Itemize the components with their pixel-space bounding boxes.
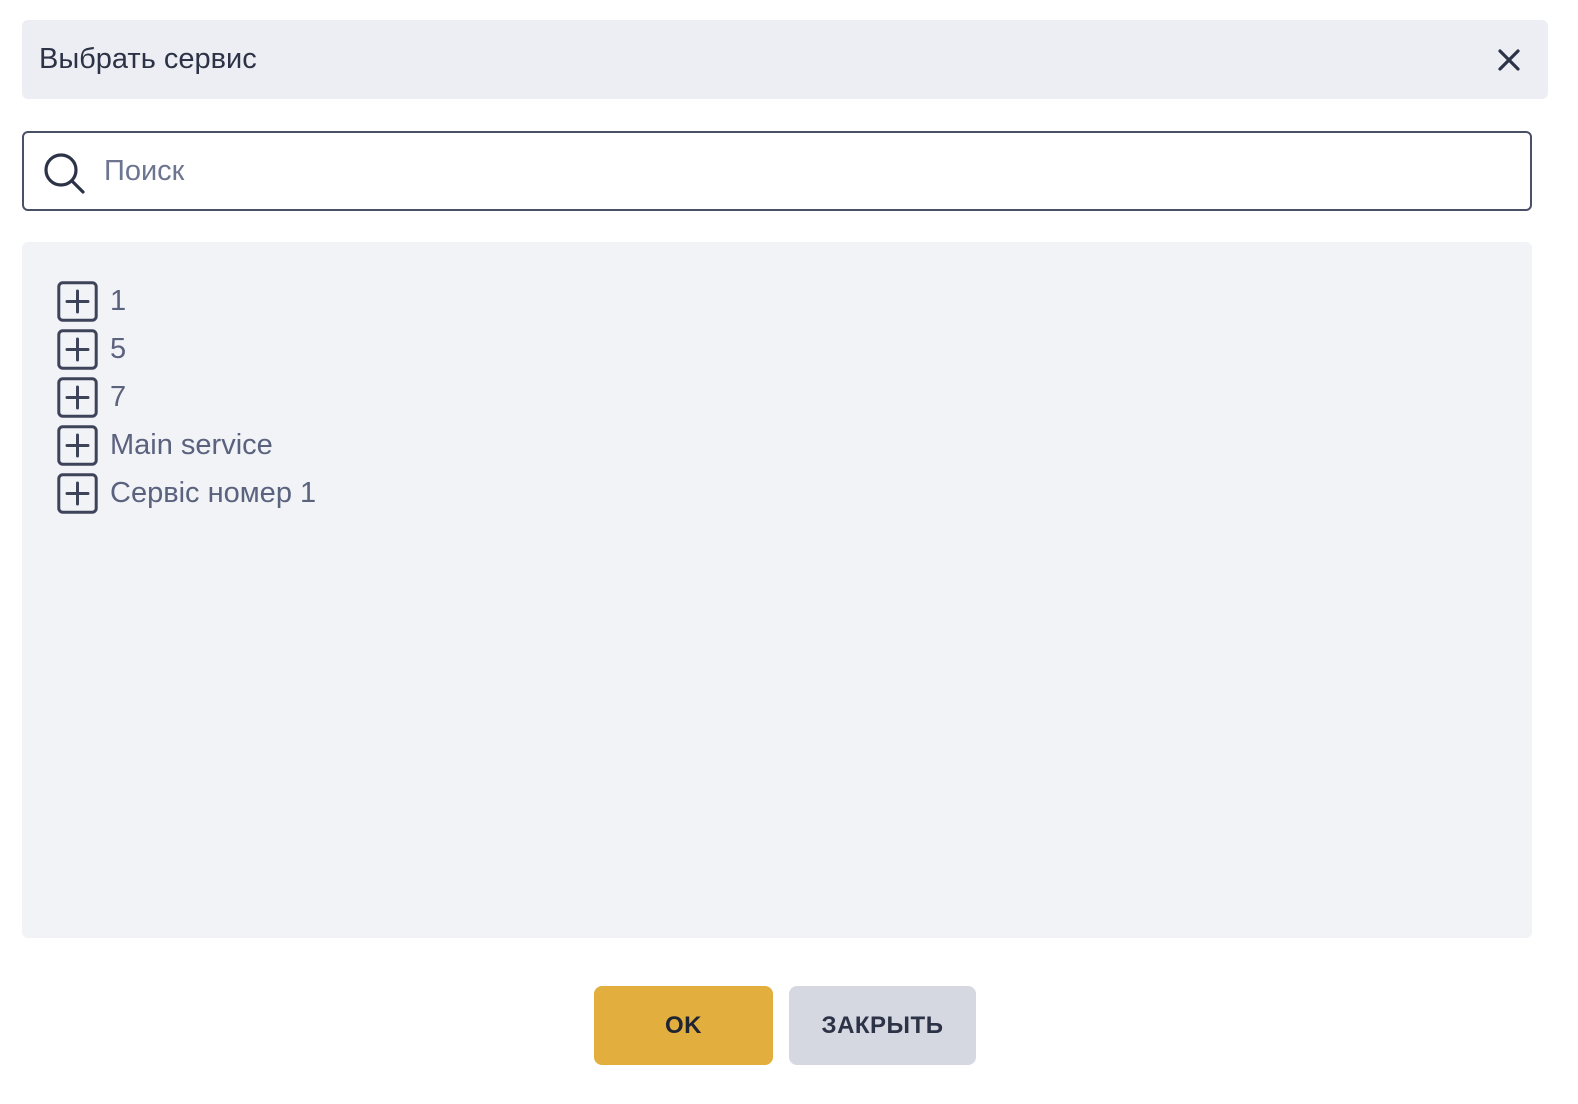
search-field[interactable] bbox=[22, 131, 1532, 211]
search-icon bbox=[44, 153, 85, 194]
plus-square-icon[interactable] bbox=[57, 328, 98, 370]
tree-item[interactable]: 5 bbox=[57, 325, 316, 373]
tree-item-label[interactable]: 5 bbox=[110, 333, 126, 366]
plus-square-icon[interactable] bbox=[57, 472, 98, 514]
close-icon[interactable] bbox=[1496, 47, 1522, 73]
dialog-header: Выбрать сервис bbox=[22, 20, 1548, 99]
tree-item-label[interactable]: Сервіс номер 1 bbox=[110, 477, 316, 510]
close-button[interactable]: ЗАКРЫТЬ bbox=[789, 986, 976, 1065]
tree-item[interactable]: Main service bbox=[57, 421, 316, 469]
tree-item[interactable]: 1 bbox=[57, 277, 316, 325]
tree-item[interactable]: Сервіс номер 1 bbox=[57, 469, 316, 517]
ok-button[interactable]: OK bbox=[594, 986, 773, 1065]
tree-item-label[interactable]: 1 bbox=[110, 285, 126, 318]
tree-list: 1 5 7 Main service Сервіс номер 1 bbox=[57, 277, 316, 517]
plus-square-icon[interactable] bbox=[57, 280, 98, 322]
plus-square-icon[interactable] bbox=[57, 376, 98, 418]
tree-item-label[interactable]: 7 bbox=[110, 381, 126, 414]
tree-item[interactable]: 7 bbox=[57, 373, 316, 421]
dialog-title: Выбрать сервис bbox=[39, 43, 257, 75]
tree-item-label[interactable]: Main service bbox=[110, 429, 273, 462]
service-tree: 1 5 7 Main service Сервіс номер 1 bbox=[22, 242, 1532, 938]
select-service-dialog: Выбрать сервис 1 5 bbox=[0, 0, 1578, 1104]
search-input[interactable] bbox=[104, 133, 1504, 209]
plus-square-icon[interactable] bbox=[57, 424, 98, 466]
